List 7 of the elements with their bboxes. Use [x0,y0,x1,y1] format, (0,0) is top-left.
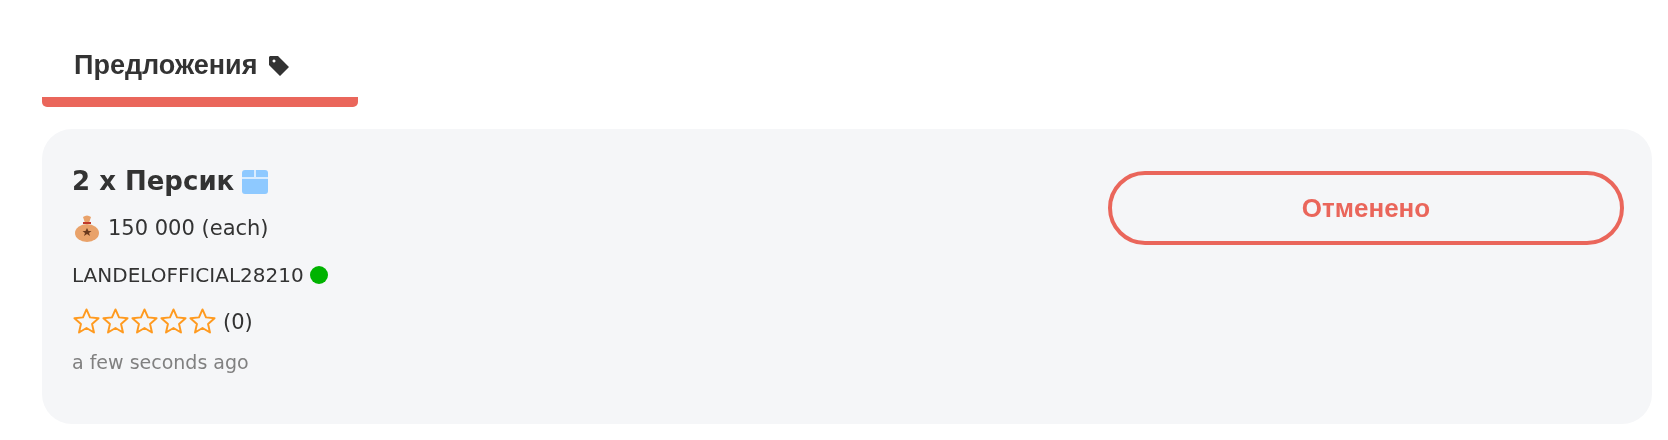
timestamp: a few seconds ago [72,351,250,373]
tag-icon [267,53,292,78]
tab[interactable]: Предложения [42,44,358,107]
price: 150 000 (each) [108,215,269,240]
offer-title: 2 x Персик [72,165,235,196]
seller-name[interactable]: LANDELOFFICIAL28210 [72,262,304,287]
rating-count: (0) [223,309,253,334]
